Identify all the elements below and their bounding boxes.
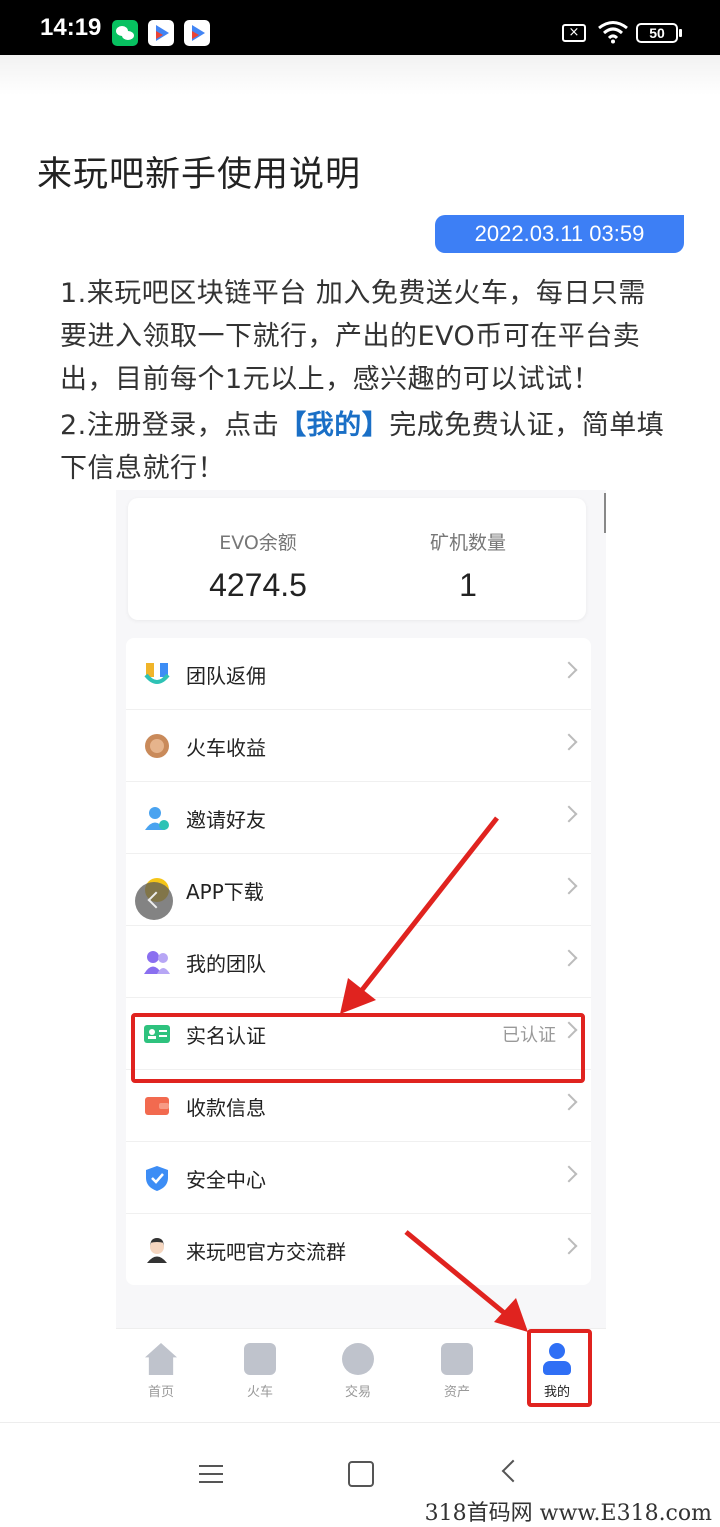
annotation-arrows	[340, 816, 528, 1332]
watermark: 318首码网 www.E318.com	[424, 1501, 712, 1526]
back-icon[interactable]	[501, 1459, 525, 1483]
home-square-icon[interactable]	[348, 1461, 374, 1487]
arrow-to-verification	[340, 816, 499, 1014]
menu-icon[interactable]	[199, 1465, 223, 1483]
arrow-to-my-tab	[404, 1230, 528, 1332]
